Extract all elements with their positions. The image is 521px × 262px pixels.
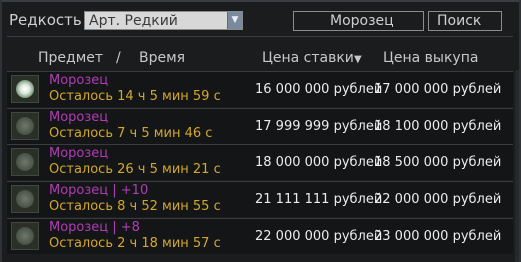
item-name: Морозец: [49, 146, 109, 161]
time-left: Осталось 14 ч 5 мин 59 с: [49, 89, 221, 104]
window-top-border: [0, 0, 521, 2]
column-header-time: Время: [139, 50, 186, 66]
time-left: Осталось 8 ч 52 мин 55 с: [49, 199, 221, 214]
time-left: Осталось 26 ч 5 мин 21 с: [49, 162, 221, 177]
item-name: Морозец: [49, 73, 109, 88]
frost-artifact-icon: [11, 185, 39, 213]
buyout-price: 17 000 000 рублей: [374, 82, 502, 97]
bid-price: 22 000 000 рублей: [255, 229, 383, 244]
buyout-price: 18 100 000 рублей: [374, 119, 502, 134]
time-left: Осталось 7 ч 5 мин 46 с: [49, 126, 213, 141]
bid-price: 21 111 111 рублей: [255, 192, 383, 207]
auction-window: Редкость Арт. Редкий ▼ Морозец Поиск Пре…: [0, 0, 521, 262]
buyout-price: 22 000 000 рублей: [374, 192, 502, 207]
item-name: Морозец | +10: [49, 183, 149, 198]
bid-price: 17 999 999 рублей: [255, 119, 383, 134]
rarity-select-value: Арт. Редкий: [89, 13, 178, 29]
buyout-price: 18 500 000 рублей: [374, 155, 502, 170]
lot-row[interactable]: Морозец | +10 Осталось 8 ч 52 мин 55 с 2…: [7, 181, 513, 217]
buyout-price: 23 000 000 рублей: [374, 229, 502, 244]
column-header-separator: /: [116, 50, 121, 66]
frost-artifact-icon: [11, 112, 39, 140]
bid-price: 16 000 000 рублей: [255, 82, 383, 97]
item-name: Морозец: [49, 110, 109, 125]
rarity-select[interactable]: Арт. Редкий ▼: [84, 11, 243, 30]
rarity-label: Редкость: [9, 11, 82, 29]
column-header-buyout[interactable]: Цена выкупа: [383, 50, 478, 66]
lot-row[interactable]: Морозец Осталось 14 ч 5 мин 59 с 16 000 …: [7, 71, 513, 107]
frost-artifact-icon: [11, 222, 39, 250]
item-name: Морозец | +8: [49, 220, 140, 235]
bid-price: 18 000 000 рублей: [255, 155, 383, 170]
column-header-bid[interactable]: Цена ставки: [262, 50, 354, 66]
column-header-item: Предмет: [38, 50, 104, 66]
lot-row[interactable]: Морозец Осталось 26 ч 5 мин 21 с 18 000 …: [7, 144, 513, 180]
lot-row[interactable]: Морозец Осталось 7 ч 5 мин 46 с 17 999 9…: [7, 108, 513, 144]
lot-row[interactable]: Морозец | +8 Осталось 2 ч 18 мин 57 с 22…: [7, 218, 513, 254]
window-left-border: [0, 0, 2, 262]
search-button[interactable]: Поиск: [428, 11, 502, 31]
scrollbar[interactable]: [515, 70, 519, 262]
frost-artifact-icon: [11, 148, 39, 176]
frost-artifact-icon: [11, 75, 39, 103]
time-left: Осталось 2 ч 18 мин 57 с: [49, 236, 221, 251]
search-input[interactable]: Морозец: [293, 11, 424, 31]
header-divider: [7, 36, 513, 37]
chevron-down-icon[interactable]: ▼: [227, 12, 242, 29]
sort-desc-icon[interactable]: ▼: [354, 54, 362, 65]
